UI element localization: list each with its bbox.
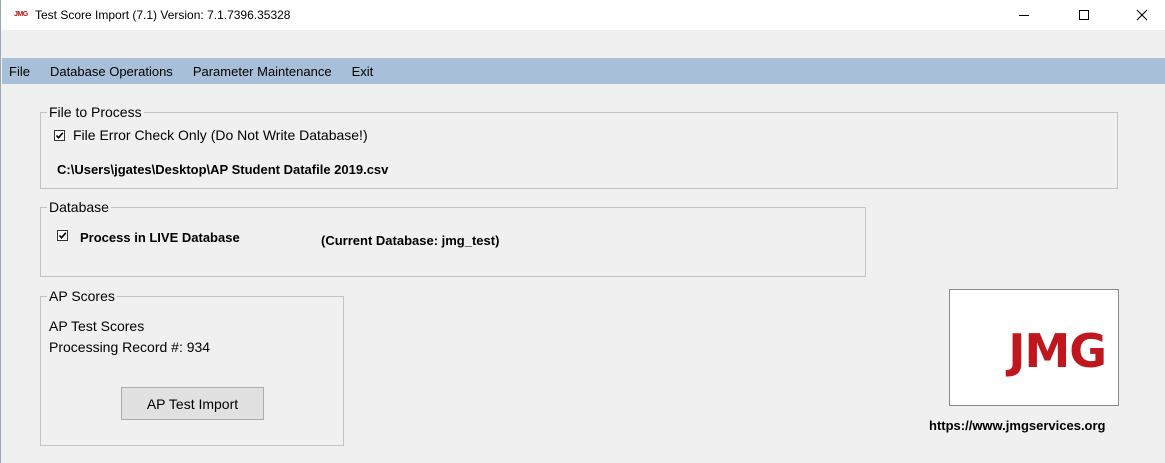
current-database-label: (Current Database: jmg_test) [321, 233, 500, 248]
minimize-icon [1019, 15, 1029, 16]
file-error-check-checkbox[interactable] [54, 130, 65, 141]
window-title: Test Score Import (7.1) Version: 7.1.739… [35, 8, 291, 22]
file-to-process-group: File to Process File Error Check Only (D… [40, 104, 1118, 189]
maximize-icon [1079, 10, 1089, 20]
app-logo-icon: JMG [14, 11, 28, 18]
menu-bar: File Database Operations Parameter Maint… [2, 58, 1165, 84]
jmg-logo-text: JMG [1008, 324, 1107, 378]
ap-scores-legend: AP Scores [47, 288, 117, 304]
close-button[interactable] [1119, 0, 1165, 30]
database-group: Database Process in LIVE Database (Curre… [40, 199, 866, 277]
file-error-check-label[interactable]: File Error Check Only (Do Not Write Data… [73, 127, 368, 143]
live-database-label[interactable]: Process in LIVE Database [80, 230, 240, 245]
app-window: JMG Test Score Import (7.1) Version: 7.1… [0, 0, 1165, 463]
ap-scores-group: AP Scores AP Test Scores Processing Reco… [40, 288, 344, 446]
file-path: C:\Users\jgates\Desktop\AP Student Dataf… [57, 162, 389, 177]
menu-parameter-maintenance[interactable]: Parameter Maintenance [183, 64, 342, 79]
menu-file[interactable]: File [2, 64, 40, 79]
ap-test-import-button[interactable]: AP Test Import [121, 387, 264, 420]
close-icon [1136, 9, 1148, 21]
ap-test-scores-label: AP Test Scores [49, 318, 145, 334]
file-to-process-legend: File to Process [47, 104, 144, 120]
processing-record-label: Processing Record #: 934 [49, 339, 211, 355]
menu-exit[interactable]: Exit [342, 64, 384, 79]
minimize-button[interactable] [1001, 0, 1047, 30]
title-bar[interactable]: JMG Test Score Import (7.1) Version: 7.1… [1, 0, 1165, 30]
website-url: https://www.jmgservices.org [929, 418, 1106, 433]
live-database-checkbox[interactable] [57, 230, 68, 241]
database-legend: Database [47, 199, 111, 215]
checkmark-icon [55, 132, 64, 140]
menu-database-operations[interactable]: Database Operations [40, 64, 183, 79]
maximize-button[interactable] [1061, 0, 1107, 30]
checkmark-icon [58, 232, 67, 240]
jmg-logo: JMG [949, 289, 1119, 406]
